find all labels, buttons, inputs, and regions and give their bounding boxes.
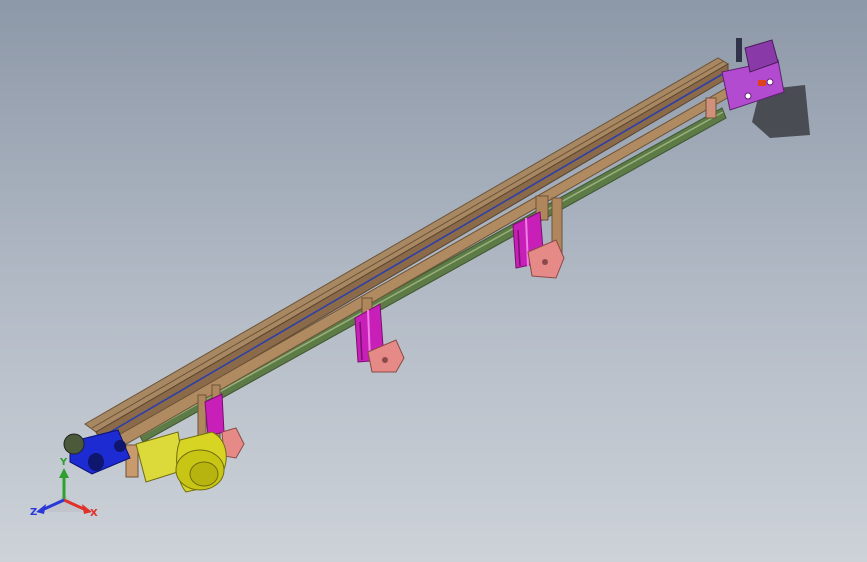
y-axis-label: Y bbox=[59, 457, 68, 468]
guide-rail-highlight bbox=[139, 111, 724, 437]
conveyor-model[interactable]: Z X Y bbox=[0, 0, 867, 562]
z-axis-label: Z bbox=[30, 507, 37, 518]
z-axis-arrow bbox=[36, 504, 46, 514]
support-post-4 bbox=[705, 97, 717, 119]
motor bbox=[135, 431, 227, 493]
y-axis-arrow bbox=[59, 468, 69, 478]
main-rail-slot bbox=[99, 71, 727, 439]
drive-end bbox=[63, 429, 131, 475]
main-rail-edge bbox=[91, 60, 725, 429]
guide-rail bbox=[137, 107, 727, 443]
3d-viewport[interactable]: Z X Y bbox=[0, 0, 867, 562]
x-axis-label: X bbox=[90, 508, 98, 519]
leg-left bbox=[204, 393, 225, 437]
